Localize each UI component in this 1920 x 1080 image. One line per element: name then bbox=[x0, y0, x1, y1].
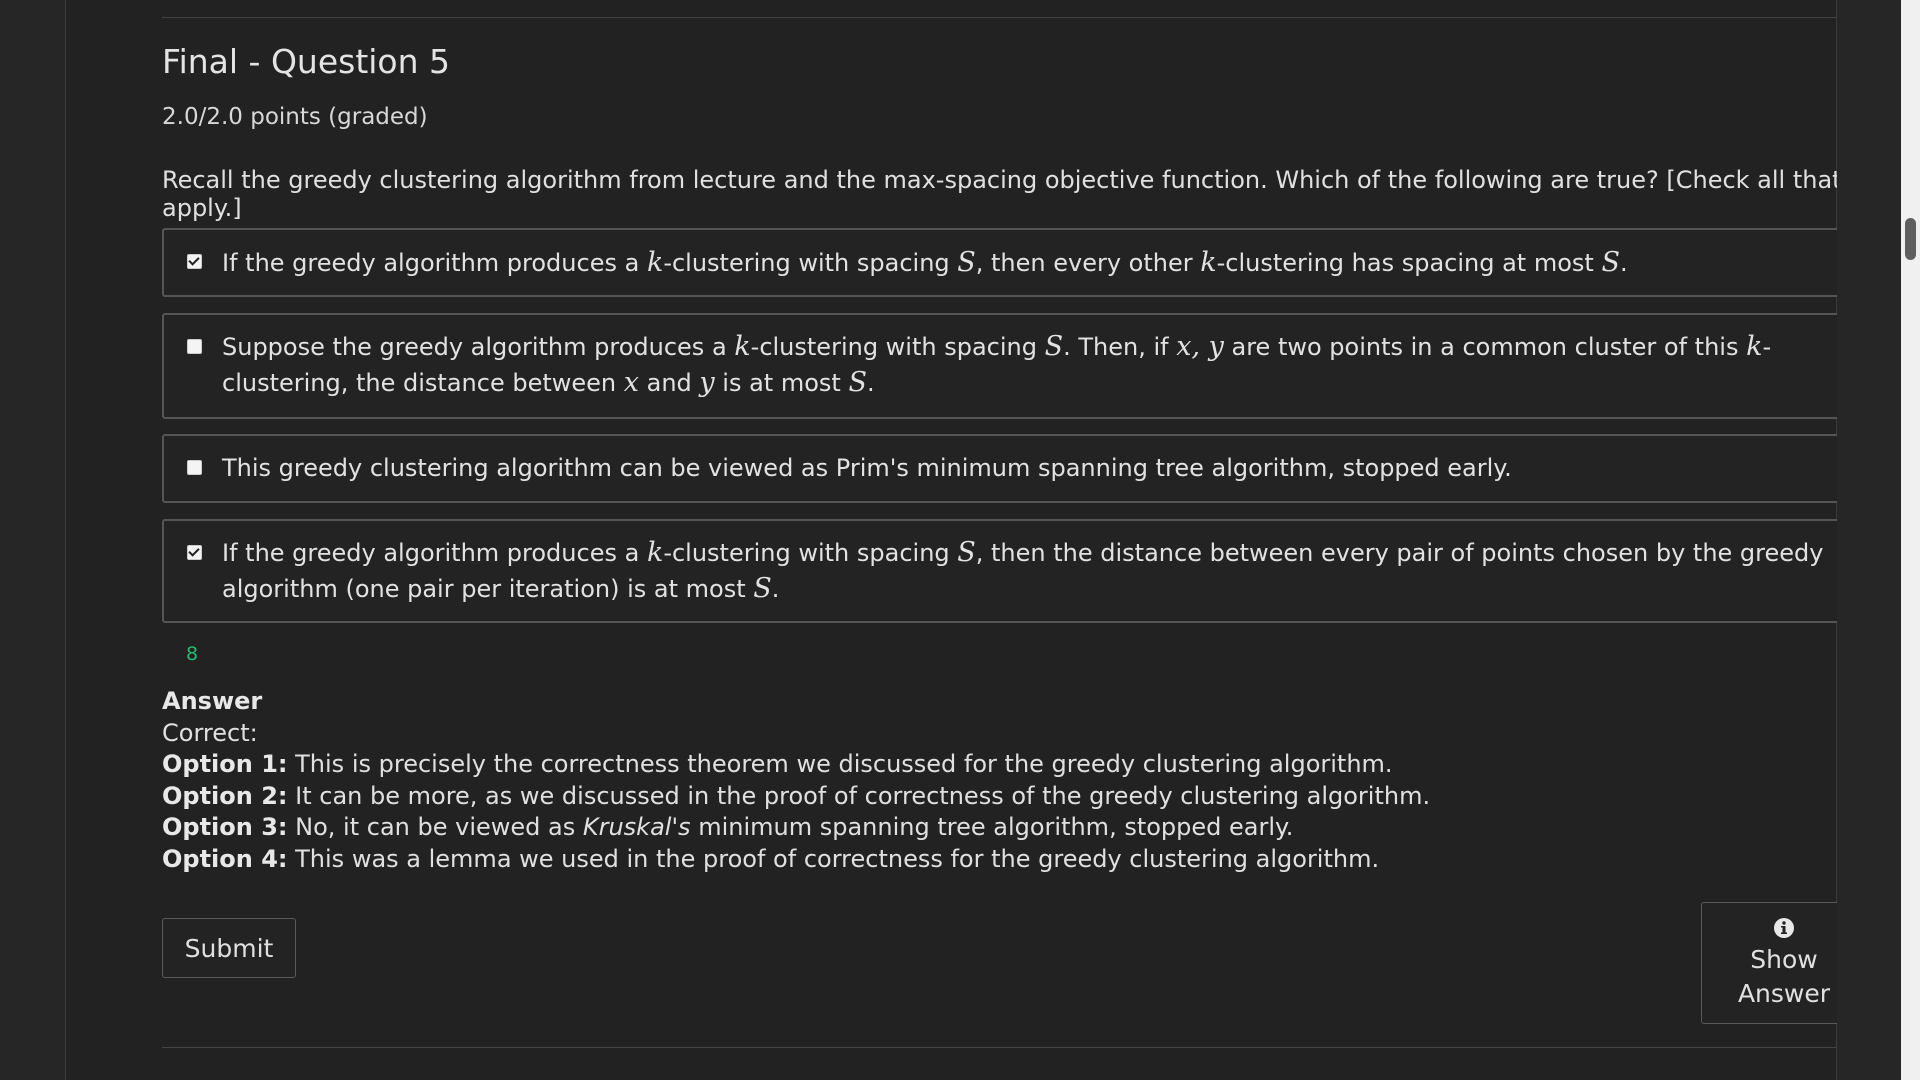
choice-1-text-part: , then every other bbox=[975, 249, 1201, 277]
choice-1-text-part: . bbox=[1619, 249, 1628, 277]
points-status: 2.0/2.0 points (graded) bbox=[162, 104, 428, 130]
scrollbar-thumb[interactable] bbox=[1905, 218, 1916, 260]
option-label: Option 1: bbox=[162, 750, 288, 778]
answer-heading-text: Answer bbox=[162, 687, 263, 715]
choice-3-text: This greedy clustering algorithm can be … bbox=[222, 454, 1512, 482]
vertical-scrollbar[interactable] bbox=[1901, 0, 1920, 1080]
math-y: y bbox=[699, 367, 715, 398]
option-label: Option 2: bbox=[162, 781, 288, 810]
question-text: Recall the greedy clustering algorithm f… bbox=[162, 166, 1842, 222]
choice-2-text-part: and bbox=[638, 369, 700, 397]
math-s: S bbox=[957, 247, 976, 278]
math-k: k bbox=[646, 247, 664, 278]
choice-2[interactable]: Suppose the greedy algorithm produces a … bbox=[162, 313, 1868, 419]
choice-2-text-part: . bbox=[866, 369, 875, 397]
choice-1-text: If the greedy algorithm produces a k-clu… bbox=[222, 245, 1836, 281]
option-label: Option 3: bbox=[162, 813, 288, 841]
checkbox-2[interactable] bbox=[187, 339, 202, 354]
option-label: Option 4: bbox=[162, 844, 288, 873]
answer-option-3: Option 3: No, it can be viewed as Kruska… bbox=[162, 812, 1430, 844]
math-s: S bbox=[848, 367, 867, 398]
right-margin bbox=[1837, 0, 1901, 1080]
choice-4-text-part: -clustering with spacing bbox=[663, 539, 958, 567]
choice-4-text-part: If the greedy algorithm produces a bbox=[222, 539, 647, 567]
choice-2-text-part: is at most bbox=[714, 369, 849, 397]
math-s: S bbox=[753, 573, 772, 604]
answer-option-1: Option 1: This is precisely the correctn… bbox=[162, 749, 1430, 781]
choice-1-text-part: -clustering with spacing bbox=[663, 249, 958, 277]
option-text: minimum spanning tree algorithm, stopped… bbox=[690, 813, 1294, 841]
problem-panel: Final - Question 5 2.0/2.0 points (grade… bbox=[66, 0, 1872, 1080]
option-text: This was a lemma we used in the proof of… bbox=[287, 844, 1380, 873]
choice-2-text: Suppose the greedy algorithm produces a … bbox=[222, 329, 1836, 401]
math-xy: x, y bbox=[1176, 331, 1224, 362]
choice-1[interactable]: If the greedy algorithm produces a k-clu… bbox=[162, 228, 1868, 297]
top-divider bbox=[162, 17, 1872, 18]
math-s: S bbox=[957, 537, 976, 568]
answer-option-2: Option 2: It can be more, as we discusse… bbox=[162, 781, 1430, 813]
left-margin bbox=[0, 0, 66, 1080]
option-text: It can be more, as we discussed in the p… bbox=[287, 781, 1431, 810]
answer-correct-label: Correct: bbox=[162, 718, 258, 747]
math-x: x bbox=[623, 367, 639, 398]
option-emphasis: Kruskal's bbox=[582, 813, 691, 841]
math-s: S bbox=[1044, 331, 1064, 362]
bottom-divider bbox=[162, 1047, 1872, 1048]
choice-4-text: If the greedy algorithm produces a k-clu… bbox=[222, 535, 1836, 607]
choice-2-text-part: are two points in a common cluster of th… bbox=[1223, 333, 1747, 361]
choice-4[interactable]: If the greedy algorithm produces a k-clu… bbox=[162, 519, 1868, 623]
status-number: 8 bbox=[186, 643, 199, 665]
checkbox-3[interactable] bbox=[187, 460, 202, 475]
choice-1-text-part: If the greedy algorithm produces a bbox=[222, 249, 647, 277]
choice-2-text-part: -clustering with spacing bbox=[750, 333, 1045, 361]
choice-2-text-part: . Then, if bbox=[1063, 333, 1177, 361]
math-k: k bbox=[1200, 247, 1217, 278]
math-k: k bbox=[646, 537, 664, 568]
answer-section: Answer Correct: Option 1: This is precis… bbox=[162, 686, 1430, 875]
option-text: This is precisely the correctness theore… bbox=[287, 750, 1393, 778]
info-icon bbox=[1774, 918, 1794, 938]
choice-4-text-part: . bbox=[771, 575, 780, 603]
math-k: k bbox=[1746, 331, 1763, 362]
submit-button[interactable]: Submit bbox=[162, 918, 296, 978]
checkbox-4[interactable] bbox=[187, 545, 202, 560]
answer-option-4: Option 4: This was a lemma we used in th… bbox=[162, 844, 1430, 876]
option-text: No, it can be viewed as bbox=[287, 813, 583, 841]
math-s: S bbox=[1601, 247, 1620, 278]
answer-heading: Answer bbox=[162, 686, 1430, 718]
checkbox-1[interactable] bbox=[187, 254, 202, 269]
choice-1-text-part: -clustering has spacing at most bbox=[1216, 249, 1602, 277]
choice-2-text-part: Suppose the greedy algorithm produces a bbox=[222, 333, 735, 361]
problem-title: Final - Question 5 bbox=[162, 42, 451, 81]
math-k: k bbox=[734, 331, 751, 362]
choice-3[interactable]: This greedy clustering algorithm can be … bbox=[162, 434, 1868, 503]
